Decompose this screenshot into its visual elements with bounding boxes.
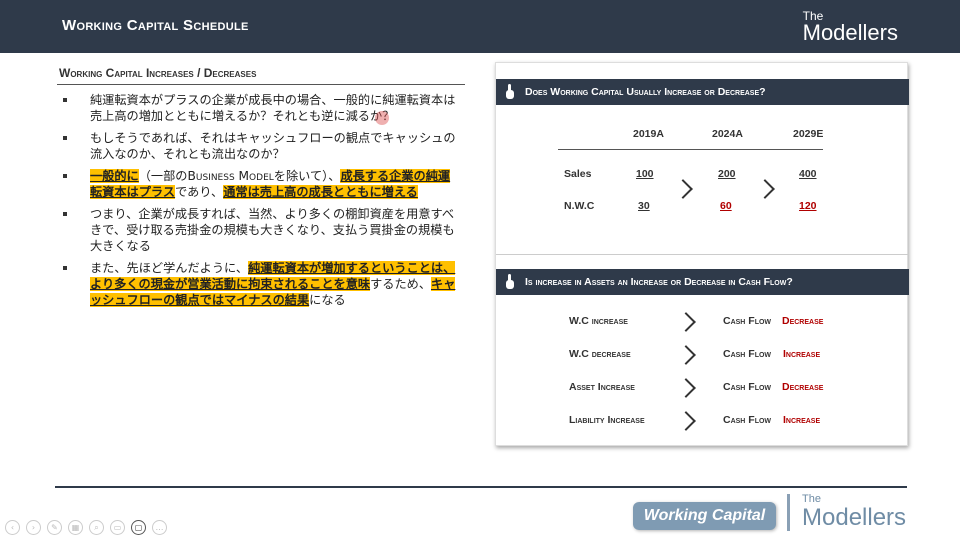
bullet-text: を除いて）、 <box>273 169 341 183</box>
chevron-right-icon <box>755 179 775 199</box>
list-item: 純運転資本がプラスの企業が成長中の場合、一般的に純運転資本は売上高の増加とともに… <box>60 92 460 124</box>
column-header: 2029E <box>793 128 824 140</box>
page-title: Working Capital Schedule <box>62 17 249 34</box>
panel1-title: Does Working Capital Usually Increase or… <box>525 86 766 98</box>
chevron-right-icon <box>676 312 696 332</box>
list-item: また、先ほど学んだように、純運転資本が増加するということは、より多くの現金が営業… <box>60 260 460 308</box>
logo: The Modellers <box>803 10 898 45</box>
panel2-title: Is increase in Assets an Increase or Dec… <box>525 276 793 288</box>
section-title: Working Capital Increases / Decreases <box>59 66 257 80</box>
cell-value: 30 <box>638 200 650 212</box>
cell-value: 100 <box>636 168 654 180</box>
camera-icon[interactable]: ▢ <box>131 520 146 535</box>
cash-flow-label: Cash Flow <box>723 381 772 393</box>
logo-name: Modellers <box>802 504 907 531</box>
table-rule <box>558 149 823 150</box>
bullet-text: であり、 <box>175 185 224 199</box>
hand-pointer-icon <box>506 274 514 289</box>
bullet-text: また、先ほど学んだように、 <box>90 261 249 275</box>
divider <box>57 84 465 85</box>
topic-badge: Working Capital <box>633 502 776 530</box>
row-label: W.C increase <box>569 315 628 327</box>
highlight-text: 一般的に <box>90 169 139 183</box>
bullet-text: つまり、企業が成長すれば、当然、より多くの棚卸資産を用意すべきで、受け取る売掛金… <box>90 207 455 253</box>
row-label: Asset Increase <box>569 381 635 393</box>
hand-pointer-icon <box>506 84 514 99</box>
cell-value: 200 <box>718 168 736 180</box>
bullet-text: Business Model <box>187 169 274 183</box>
info-panel: Does Working Capital Usually Increase or… <box>495 62 909 446</box>
more-options-icon[interactable]: … <box>152 520 167 535</box>
panel2-header: Is increase in Assets an Increase or Dec… <box>496 269 909 295</box>
highlight-text: 通常は売上高の成長とともに増える <box>223 185 418 199</box>
cell-value: 60 <box>720 200 732 212</box>
chevron-right-icon <box>676 345 696 365</box>
chevron-right-icon <box>676 411 696 431</box>
footer-divider <box>55 486 907 488</box>
bullet-list: 純運転資本がプラスの企業が成長中の場合、一般的に純運転資本は売上高の増加とともに… <box>60 92 460 314</box>
presentation-controls: ‹ › ✎ ▦ ⌕ ▭ ▢ … <box>5 520 167 535</box>
cash-flow-label: Cash Flow <box>723 348 772 360</box>
zoom-icon[interactable]: ⌕ <box>89 520 104 535</box>
result-label: Increase <box>783 414 821 426</box>
row-label: W.C decrease <box>569 348 631 360</box>
row-label: Liability Increase <box>569 414 645 426</box>
chevron-right-icon <box>676 378 696 398</box>
pen-icon[interactable]: ✎ <box>47 520 62 535</box>
header-bar: Working Capital Schedule The Modellers <box>0 0 960 53</box>
next-slide-icon[interactable]: › <box>26 520 41 535</box>
panel1-header: Does Working Capital Usually Increase or… <box>496 79 909 105</box>
cell-value: 400 <box>799 168 817 180</box>
column-header: 2024A <box>712 128 743 140</box>
logo-name: Modellers <box>802 20 898 45</box>
result-label: Decrease <box>782 315 824 327</box>
pointer-cursor <box>375 111 389 125</box>
bullet-text: するため、 <box>370 277 432 291</box>
footer-logo: The Modellers <box>787 494 906 531</box>
bullet-text: になる <box>309 293 346 307</box>
cash-flow-label: Cash Flow <box>723 414 772 426</box>
list-item: つまり、企業が成長すれば、当然、より多くの棚卸資産を用意すべきで、受け取る売掛金… <box>60 206 460 254</box>
result-label: Increase <box>783 348 821 360</box>
slides-grid-icon[interactable]: ▦ <box>68 520 83 535</box>
bullet-text: もしそうであれば、それはキャッシュフローの観点でキャッシュの流入なのか、それとも… <box>90 131 456 161</box>
list-item: もしそうであれば、それはキャッシュフローの観点でキャッシュの流入なのか、それとも… <box>60 130 460 162</box>
previous-slide-icon[interactable]: ‹ <box>5 520 20 535</box>
row-label: N.W.C <box>564 200 595 212</box>
bullet-text: （一部の <box>138 169 188 183</box>
subtitles-icon[interactable]: ▭ <box>110 520 125 535</box>
bullet-text: 純運転資本がプラスの企業が成長中の場合、一般的に純運転資本は売上高の増加とともに… <box>90 93 456 123</box>
cell-value: 120 <box>799 200 817 212</box>
result-label: Decrease <box>782 381 824 393</box>
chevron-right-icon <box>673 179 693 199</box>
column-header: 2019A <box>633 128 664 140</box>
cash-flow-label: Cash Flow <box>723 315 772 327</box>
divider <box>496 254 909 255</box>
list-item: 一般的に（一部のBusiness Modelを除いて）、成長する企業の純運転資本… <box>60 168 460 200</box>
row-label: Sales <box>564 168 592 180</box>
